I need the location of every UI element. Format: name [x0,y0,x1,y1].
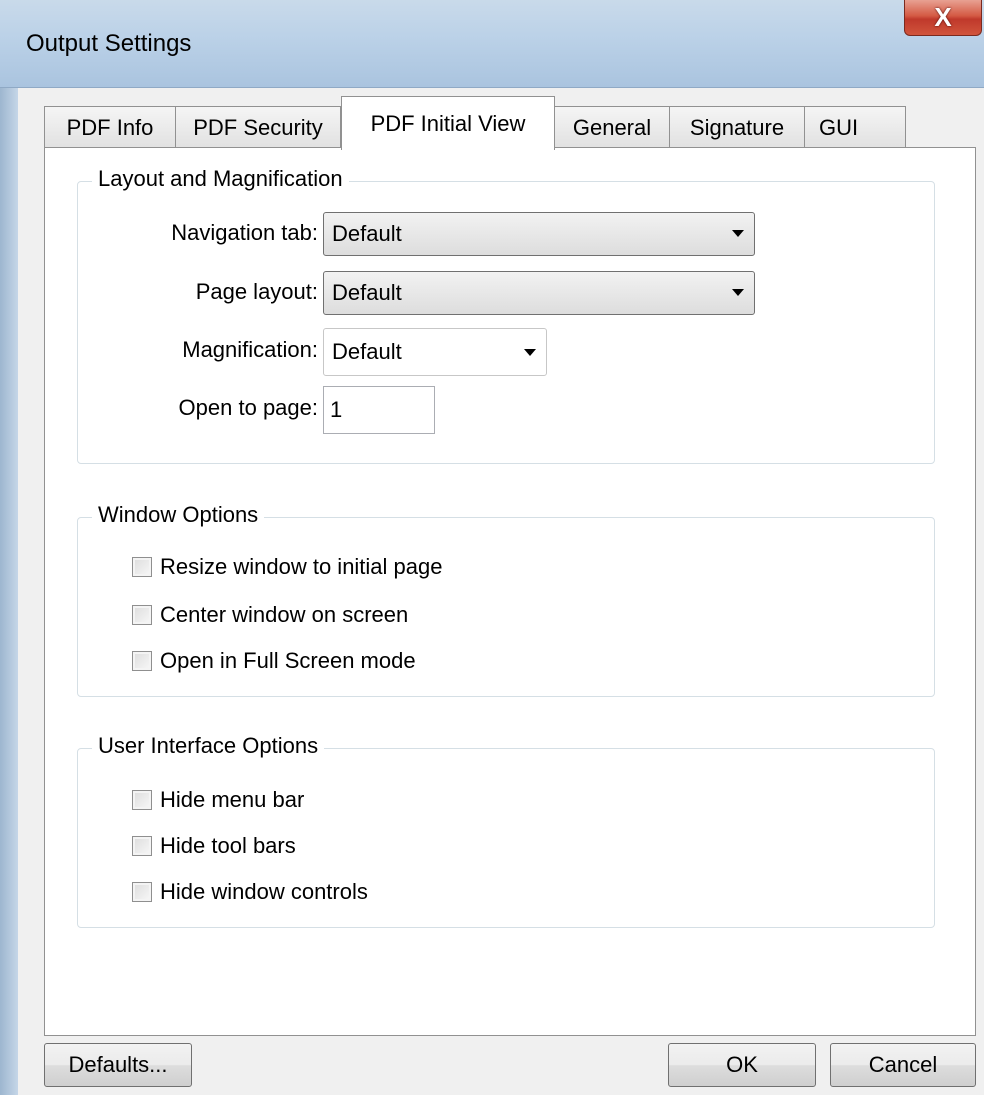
page-layout-label: Page layout: [195,279,318,304]
checkbox-icon[interactable] [132,651,152,671]
group-title: Window Options [92,502,265,528]
hide-window-controls-checkbox[interactable]: Hide window controls [132,879,368,905]
user-interface-options-group: User Interface Options Hide menu bar Hid… [77,733,935,928]
window-frame [0,88,18,1095]
chevron-down-icon [732,230,744,237]
page-layout-select[interactable]: Default [323,271,755,315]
title-bar[interactable]: Output Settings X [0,0,984,88]
page-layout-value: Default [332,280,402,305]
dialog-body: PDF Info PDF Security PDF Initial View G… [18,88,984,1095]
tab-pdf-security[interactable]: PDF Security [175,106,341,148]
checkbox-icon[interactable] [132,836,152,856]
window-options-group: Window Options Resize window to initial … [77,502,935,697]
resize-window-checkbox[interactable]: Resize window to initial page [132,554,443,580]
full-screen-checkbox[interactable]: Open in Full Screen mode [132,648,416,674]
checkbox-label: Open in Full Screen mode [160,648,416,673]
checkbox-icon[interactable] [132,557,152,577]
tab-general[interactable]: General [554,106,670,148]
checkbox-label: Hide menu bar [160,787,305,812]
ok-button[interactable]: OK [668,1043,816,1087]
hide-menu-bar-checkbox[interactable]: Hide menu bar [132,787,304,813]
navigation-tab-select[interactable]: Default [323,212,755,256]
tab-pdf-info[interactable]: PDF Info [44,106,176,148]
tab-signature[interactable]: Signature [669,106,805,148]
center-window-checkbox[interactable]: Center window on screen [132,602,408,628]
group-title: Layout and Magnification [92,166,349,192]
checkbox-label: Resize window to initial page [160,554,443,579]
checkbox-icon[interactable] [132,790,152,810]
cancel-button[interactable]: Cancel [830,1043,976,1087]
magnification-combo[interactable]: Default [323,328,547,376]
layout-magnification-group: Layout and Magnification Navigation tab:… [77,166,935,464]
close-icon: X [934,2,952,32]
open-to-page-label: Open to page: [178,395,318,420]
checkbox-icon[interactable] [132,605,152,625]
chevron-down-icon [732,289,744,296]
navigation-tab-value: Default [332,221,402,246]
checkbox-label: Center window on screen [160,602,409,627]
window-title: Output Settings [26,30,192,57]
group-title: User Interface Options [92,733,325,759]
defaults-button[interactable]: Defaults... [44,1043,192,1087]
magnification-value: Default [332,339,402,364]
magnification-label: Magnification: [182,337,318,362]
open-to-page-value: 1 [330,397,343,422]
checkbox-label: Hide tool bars [160,833,296,858]
navigation-tab-label: Navigation tab: [171,220,318,245]
hide-tool-bars-checkbox[interactable]: Hide tool bars [132,833,296,859]
tab-pdf-initial-view[interactable]: PDF Initial View [341,96,555,150]
checkbox-icon[interactable] [132,882,152,902]
tab-gui[interactable]: GUI [804,106,906,148]
chevron-down-icon [524,349,536,356]
tab-panel-pdf-initial-view: Layout and Magnification Navigation tab:… [44,147,976,1036]
close-button[interactable]: X [904,0,982,36]
open-to-page-input[interactable]: 1 [323,386,435,434]
checkbox-label: Hide window controls [160,879,368,904]
